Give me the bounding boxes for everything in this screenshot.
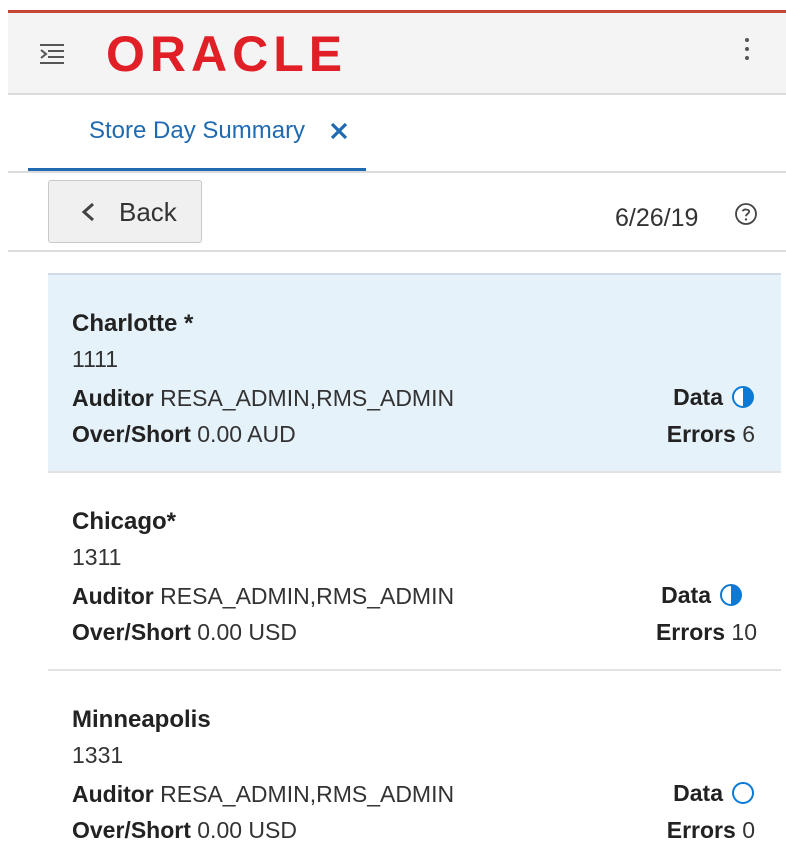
help-icon[interactable] [734,202,758,226]
over-short-label: Over/Short [72,421,191,447]
back-label: Back [119,197,177,227]
over-short-value: 0.00 USD [197,619,297,645]
half-circle-icon [732,386,754,408]
errors-value: 10 [731,619,757,645]
errors-row: Errors 10 [656,617,757,647]
data-label: Data [673,384,723,410]
errors-label: Errors [655,619,726,645]
store-card-chicago[interactable]: Chicago* 1311 Auditor RESA_ADMIN,RMS_ADM… [48,471,781,669]
data-status-row: Data [673,381,755,413]
tab-bar: Store Day Summary [8,95,786,173]
errors-value: 0 [742,817,755,843]
store-name: Minneapolis [72,706,211,733]
empty-circle-icon [732,782,754,804]
over-short-value: 0.00 AUD [197,421,296,447]
app-header: ORACLE [8,13,786,95]
store-id: 1331 [72,742,124,768]
store-name: Charlotte * [72,310,194,337]
data-label: Data [673,780,723,806]
data-status-row: Data [661,579,743,611]
auditor-row: Auditor RESA_ADMIN,RMS_ADMIN [72,383,454,413]
over-short-value: 0.00 USD [197,817,297,843]
over-short-row: Over/Short 0.00 AUD [72,419,296,449]
auditor-value: RESA_ADMIN,RMS_ADMIN [160,781,455,807]
auditor-value: RESA_ADMIN,RMS_ADMIN [160,583,455,609]
auditor-label: Auditor [72,385,154,411]
errors-label: Errors [666,817,736,843]
chevron-left-icon [81,202,94,222]
auditor-label: Auditor [72,781,154,807]
auditor-row: Auditor RESA_ADMIN,RMS_ADMIN [72,779,454,809]
nav-menu-icon[interactable] [38,40,66,68]
errors-row: Errors 0 [667,815,755,845]
store-name: Chicago* [72,508,177,535]
over-short-label: Over/Short [72,817,191,843]
over-short-row: Over/Short 0.00 USD [72,815,297,845]
tab-label: Store Day Summary [89,117,306,144]
app-window: ORACLE Store Day Summary Back 6/26/19 Ch… [0,0,786,864]
errors-label: Errors [666,421,736,447]
store-card-charlotte[interactable]: Charlotte * 1111 Auditor RESA_ADMIN,RMS_… [48,273,781,471]
errors-row: Errors 6 [667,419,755,449]
store-id: 1111 [72,346,119,372]
auditor-label: Auditor [72,583,154,609]
store-card-minneapolis[interactable]: Minneapolis 1331 Auditor RESA_ADMIN,RMS_… [48,669,781,864]
store-list: Charlotte * 1111 Auditor RESA_ADMIN,RMS_… [48,273,781,864]
over-short-label: Over/Short [72,619,191,645]
store-id: 1311 [72,544,122,570]
oracle-logo: ORACLE [106,26,348,82]
auditor-row: Auditor RESA_ADMIN,RMS_ADMIN [72,581,454,611]
over-short-row: Over/Short 0.00 USD [72,617,297,647]
back-button[interactable]: Back [48,180,202,243]
auditor-value: RESA_ADMIN,RMS_ADMIN [160,385,455,411]
business-date: 6/26/19 [615,204,699,232]
close-icon[interactable] [330,122,348,140]
half-circle-icon [720,584,742,606]
errors-value: 6 [742,421,755,447]
data-label: Data [661,582,711,608]
tab-store-day-summary[interactable]: Store Day Summary [28,95,366,171]
data-status-row: Data [673,777,755,809]
more-vertical-icon[interactable] [742,38,752,70]
page-toolbar: Back 6/26/19 [8,175,786,252]
